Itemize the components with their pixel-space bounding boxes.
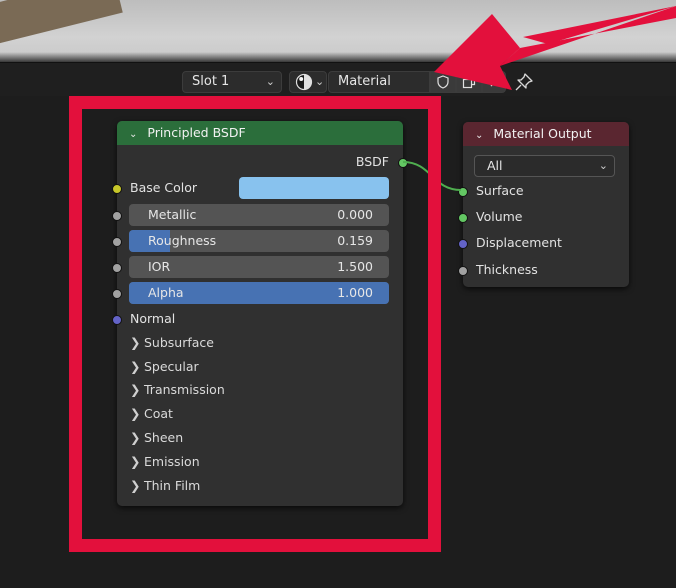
field-label: Roughness [148, 233, 217, 248]
normal-label: Normal [130, 311, 176, 326]
roughness-row: Roughness 0.159 [112, 230, 403, 252]
panel-label: Thin Film [144, 478, 201, 493]
browse-material-button[interactable]: ⌄ [289, 71, 327, 93]
chevron-right-icon: ❯ [130, 382, 141, 397]
unlink-material-button[interactable] [482, 71, 506, 93]
panel-transmission[interactable]: ❯ Transmission [130, 380, 225, 400]
input-label: Volume [476, 209, 523, 224]
node-title: Principled BSDF [147, 125, 246, 140]
ior-row: IOR 1.500 [112, 256, 403, 278]
metallic-socket[interactable] [112, 211, 122, 221]
bsdf-output-socket[interactable] [398, 158, 408, 168]
base-color-row: Base Color [112, 177, 403, 199]
panel-sheen[interactable]: ❯ Sheen [130, 428, 183, 448]
chevron-right-icon: ❯ [130, 454, 141, 469]
viewport-3d[interactable] [0, 0, 676, 62]
field-value: 1.500 [337, 259, 373, 274]
panel-label: Transmission [144, 382, 225, 397]
chevron-down-icon: ⌄ [598, 159, 608, 172]
surface-socket[interactable] [458, 187, 468, 197]
target-value: All [487, 158, 503, 173]
chevron-right-icon: ❯ [130, 335, 141, 350]
field-value: 0.000 [337, 207, 373, 222]
fake-user-button[interactable] [430, 71, 456, 93]
normal-socket[interactable] [112, 315, 122, 325]
panel-label: Sheen [144, 430, 184, 445]
panel-label: Coat [144, 406, 173, 421]
volume-row: Volume [458, 206, 629, 228]
displacement-socket[interactable] [458, 239, 468, 249]
panel-coat[interactable]: ❯ Coat [130, 404, 173, 424]
material-name: Material [338, 74, 391, 89]
field-label: IOR [148, 259, 171, 274]
node-header[interactable]: ⌄ Principled BSDF [117, 121, 403, 145]
thickness-row: Thickness [458, 259, 629, 281]
metallic-row: Metallic 0.000 [112, 204, 403, 226]
ior-field[interactable]: IOR 1.500 [129, 256, 389, 278]
panel-label: Emission [144, 454, 200, 469]
shield-icon [437, 75, 449, 89]
principled-bsdf-node[interactable]: ⌄ Principled BSDF BSDF Base Color Metall… [112, 121, 408, 506]
node-title: Material Output [493, 126, 592, 141]
field-label: Metallic [148, 207, 197, 222]
chevron-right-icon: ❯ [130, 430, 141, 445]
viewport-shadow [0, 52, 676, 62]
alpha-socket[interactable] [112, 289, 122, 299]
close-icon [490, 77, 500, 87]
target-dropdown[interactable]: All ⌄ [474, 155, 615, 177]
surface-row: Surface [458, 180, 629, 202]
chevron-right-icon: ❯ [130, 478, 141, 493]
bsdf-output-row: BSDF [117, 151, 408, 173]
collapse-chevron-icon[interactable]: ⌄ [475, 130, 483, 141]
thickness-socket[interactable] [458, 266, 468, 276]
displacement-row: Displacement [458, 232, 629, 254]
panel-specular[interactable]: ❯ Specular [130, 357, 199, 377]
duplicate-icon [462, 75, 476, 89]
normal-row: Normal [112, 308, 403, 330]
field-label: Alpha [148, 285, 184, 300]
alpha-field[interactable]: Alpha 1.000 [129, 282, 389, 304]
input-label: Surface [476, 183, 524, 198]
volume-socket[interactable] [458, 213, 468, 223]
alpha-row: Alpha 1.000 [112, 282, 403, 304]
slot-label: Slot 1 [192, 74, 230, 89]
input-label: Displacement [476, 235, 562, 250]
material-sphere-icon [295, 73, 313, 91]
panel-subsurface[interactable]: ❯ Subsurface [130, 333, 214, 353]
slot-selector[interactable]: Slot 1 ⌄ [182, 71, 282, 93]
metallic-field[interactable]: Metallic 0.000 [129, 204, 389, 226]
collapse-chevron-icon[interactable]: ⌄ [129, 129, 137, 140]
panel-label: Subsurface [144, 335, 214, 350]
duplicate-material-button[interactable] [456, 71, 482, 93]
base-color-label: Base Color [130, 180, 198, 195]
base-color-socket[interactable] [112, 184, 122, 194]
field-value: 0.159 [337, 233, 373, 248]
chevron-right-icon: ❯ [130, 359, 141, 374]
chevron-down-icon: ⌄ [315, 75, 325, 88]
chevron-right-icon: ❯ [130, 406, 141, 421]
field-value: 1.000 [337, 285, 373, 300]
roughness-field[interactable]: Roughness 0.159 [129, 230, 389, 252]
ior-socket[interactable] [112, 263, 122, 273]
base-color-swatch[interactable] [239, 177, 389, 199]
material-name-field[interactable]: Material [328, 71, 430, 93]
panel-thin-film[interactable]: ❯ Thin Film [130, 476, 200, 496]
material-output-node[interactable]: ⌄ Material Output All ⌄ Surface Volume D… [458, 122, 629, 287]
panel-emission[interactable]: ❯ Emission [130, 452, 200, 472]
input-label: Thickness [476, 262, 538, 277]
node-header[interactable]: ⌄ Material Output [463, 122, 629, 146]
roughness-socket[interactable] [112, 237, 122, 247]
panel-label: Specular [144, 359, 199, 374]
output-label: BSDF [355, 154, 389, 169]
chevron-down-icon: ⌄ [265, 75, 275, 88]
pin-icon[interactable] [514, 72, 534, 92]
node-editor-header: Slot 1 ⌄ ⌄ Material [0, 62, 676, 97]
